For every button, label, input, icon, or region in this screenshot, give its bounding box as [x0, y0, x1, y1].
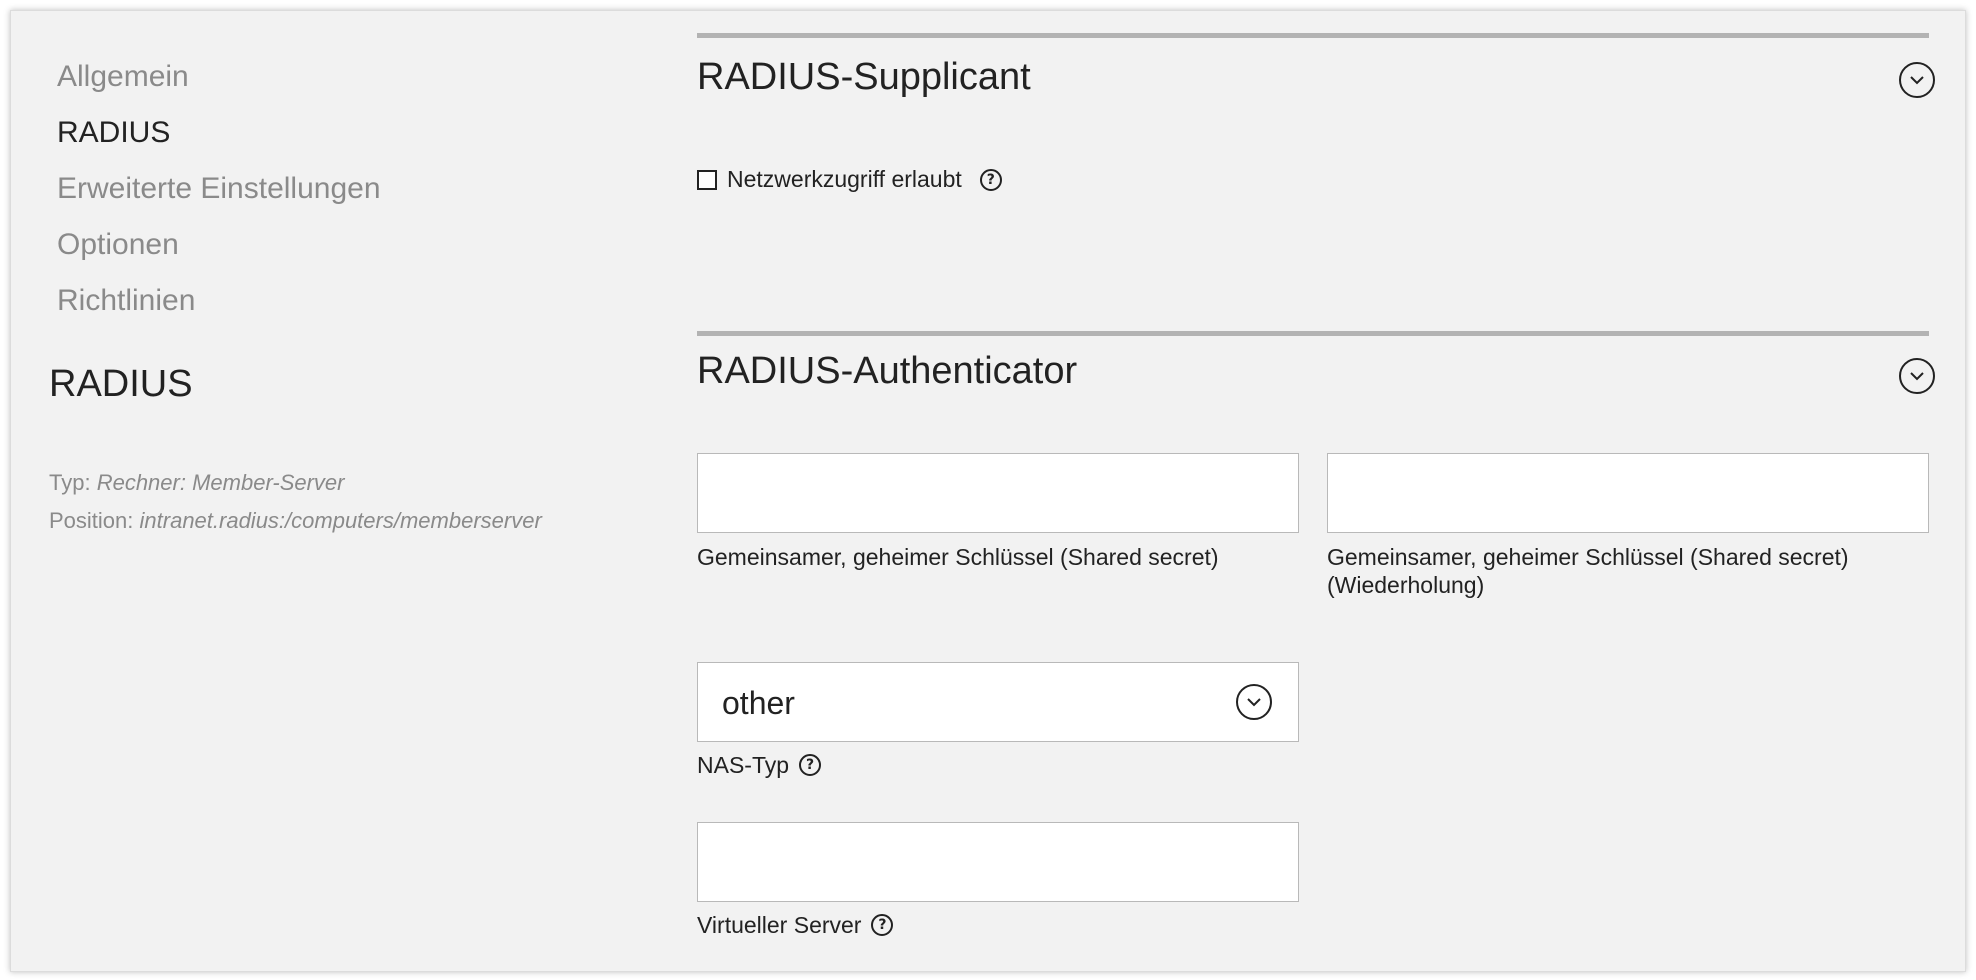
shared-secret-repeat-label-line2: (Wiederholung) [1327, 572, 1485, 598]
shared-secret-field[interactable] [697, 453, 1299, 533]
chevron-down-icon[interactable] [1236, 684, 1272, 720]
nas-type-label-row: NAS-Typ ? [697, 751, 822, 779]
page-title: RADIUS [49, 363, 193, 405]
nas-type-select[interactable]: other [697, 662, 1299, 742]
nav-item-radius[interactable]: RADIUS [57, 105, 381, 161]
nav-item-optionen[interactable]: Optionen [57, 217, 381, 273]
nas-type-label: NAS-Typ [697, 752, 790, 778]
question-circle-icon[interactable]: ? [871, 914, 894, 936]
object-type-label: Typ: [49, 470, 91, 495]
question-circle-icon[interactable]: ? [799, 754, 822, 776]
main-panel: Allgemein RADIUS Erweiterte Einstellunge… [10, 10, 1966, 972]
nav-item-allgemein[interactable]: Allgemein [57, 49, 381, 105]
question-circle-icon[interactable]: ? [979, 168, 1002, 191]
object-meta: Typ: Rechner: Member-Server Position: in… [49, 464, 542, 540]
shared-secret-input[interactable] [698, 454, 1298, 532]
supplicant-title: RADIUS-Supplicant [697, 56, 1031, 98]
authenticator-section: RADIUS-Authenticator Gemeinsamer, geheim… [697, 331, 1935, 971]
network-access-label[interactable]: Netzwerkzugriff erlaubt [727, 166, 962, 193]
object-type: Typ: Rechner: Member-Server [49, 464, 542, 502]
supplicant-section: RADIUS-Supplicant Netzwerkzugriff erlaub… [697, 33, 1935, 318]
shared-secret-repeat-label: Gemeinsamer, geheimer Schlüssel (Shared … [1327, 543, 1849, 599]
authenticator-title: RADIUS-Authenticator [697, 350, 1078, 392]
nav-item-erweiterte-einstellungen[interactable]: Erweiterte Einstellungen [57, 161, 381, 217]
chevron-down-icon[interactable] [1899, 62, 1935, 98]
virtual-server-label-row: Virtueller Server ? [697, 911, 894, 939]
shared-secret-repeat-field[interactable] [1327, 453, 1929, 533]
section-navigation: Allgemein RADIUS Erweiterte Einstellunge… [57, 49, 381, 329]
virtual-server-field[interactable] [697, 822, 1299, 902]
network-access-checkbox[interactable] [697, 169, 717, 190]
shared-secret-repeat-input[interactable] [1328, 454, 1928, 532]
virtual-server-label: Virtueller Server [697, 912, 862, 938]
shared-secret-label: Gemeinsamer, geheimer Schlüssel (Shared … [697, 544, 1219, 570]
nav-item-richtlinien[interactable]: Richtlinien [57, 273, 381, 329]
nas-type-selected-value: other [722, 685, 795, 721]
object-position: Position: intranet.radius:/computers/mem… [49, 502, 542, 540]
chevron-down-icon[interactable] [1899, 358, 1935, 394]
shared-secret-repeat-label-line1: Gemeinsamer, geheimer Schlüssel (Shared … [1327, 544, 1849, 570]
object-position-label: Position: [49, 508, 134, 533]
virtual-server-input[interactable] [698, 823, 1298, 901]
object-type-value: Rechner: Member-Server [96, 470, 345, 495]
object-position-value: intranet.radius:/computers/memberserver [139, 508, 542, 533]
network-access-row: Netzwerkzugriff erlaubt ? [697, 166, 1002, 193]
